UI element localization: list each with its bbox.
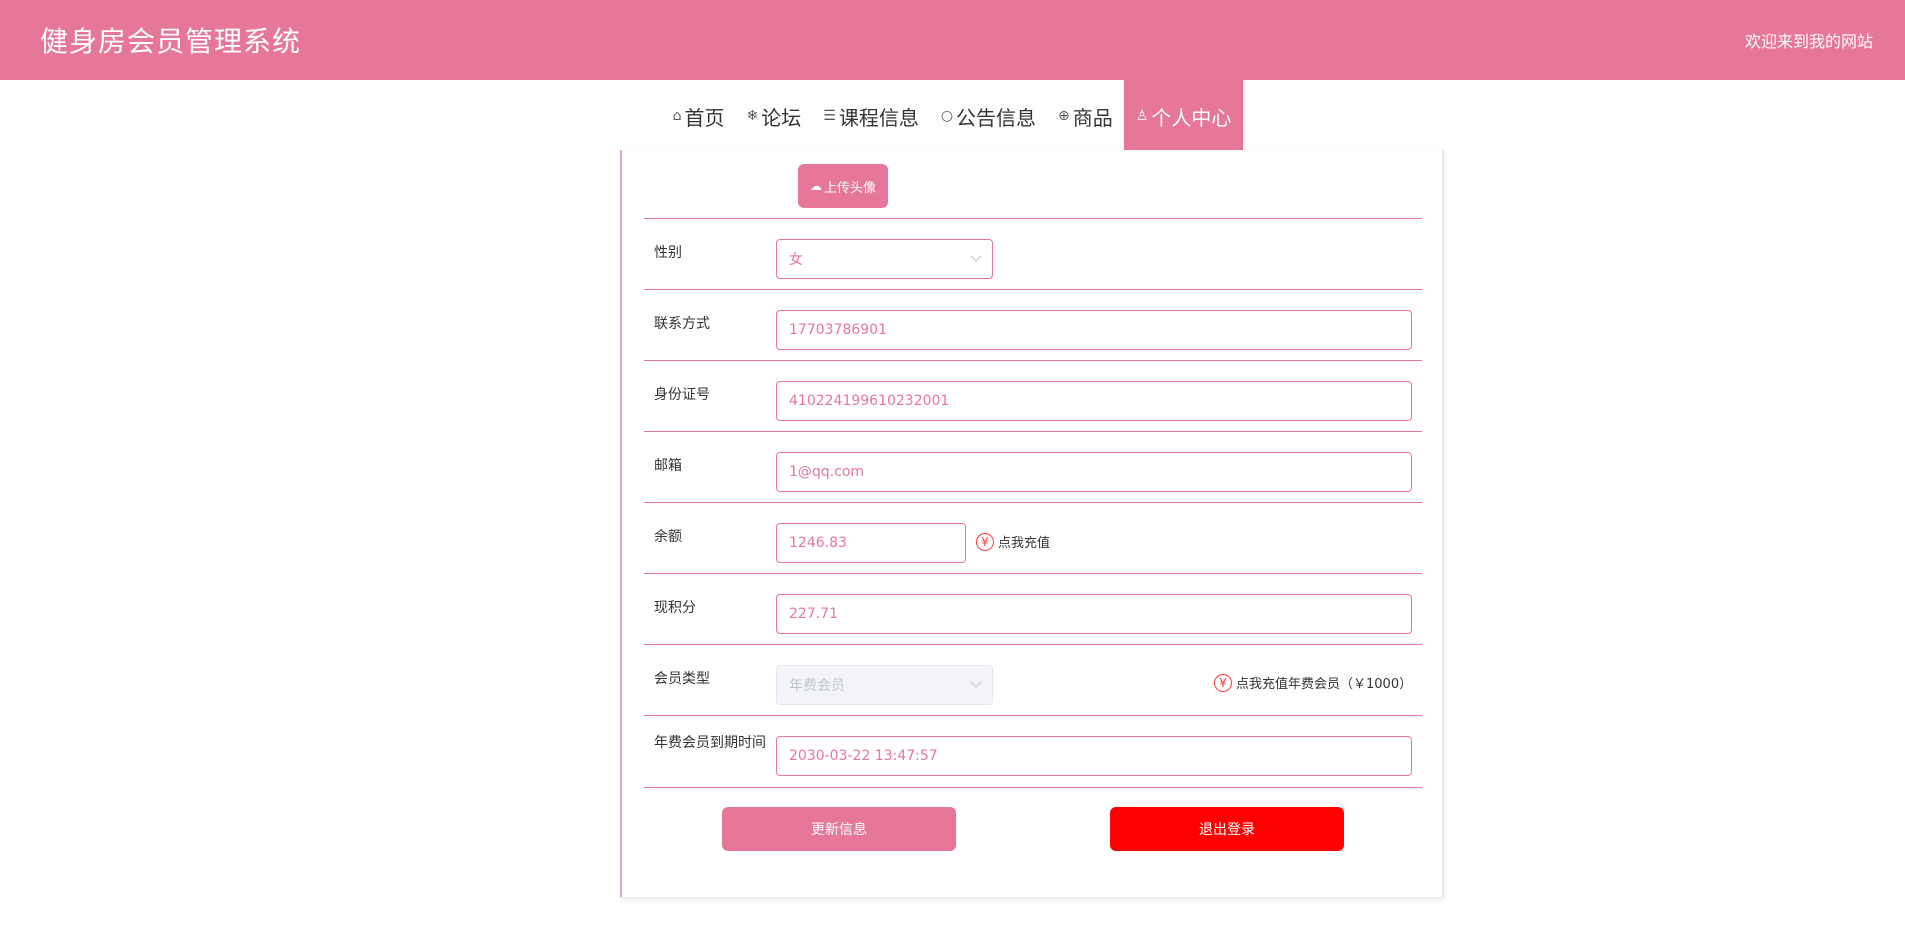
- id-card-row: 身份证号 410224199610232001: [644, 361, 1422, 432]
- member-type-row: 会员类型 年费会员 ¥ 点我充值年费会员（￥1000）: [644, 645, 1422, 716]
- id-card-value: 410224199610232001: [789, 393, 950, 409]
- avatar-row: ☁ 上传头像: [644, 150, 1422, 219]
- yen-icon: ¥: [976, 532, 994, 551]
- upload-label: 上传头像: [823, 180, 876, 196]
- upload-avatar-button[interactable]: ☁ 上传头像: [798, 164, 888, 208]
- expire-label: 年费会员到期时间: [654, 735, 766, 751]
- nav-item-forum[interactable]: ❄ 论坛: [736, 80, 813, 152]
- gender-row: 性别 女: [644, 219, 1422, 290]
- balance-row: 余额 1246.83 ¥ 点我充值: [644, 503, 1422, 574]
- main-nav: ⌂ 首页 ❄ 论坛 ☰ 课程信息 ○ 公告信息 ⊕ 商品 ♙ 个人中心: [0, 80, 1905, 152]
- email-input[interactable]: 1@qq.com: [776, 452, 1412, 492]
- phone-input[interactable]: 17703786901: [776, 310, 1412, 350]
- gender-value: 女: [789, 252, 803, 268]
- chevron-down-icon: [970, 676, 982, 688]
- balance-label: 余额: [654, 529, 682, 545]
- recharge-text: 点我充值: [998, 536, 1051, 551]
- email-row: 邮箱 1@qq.com: [644, 432, 1422, 503]
- gift-icon: ⊕: [1058, 108, 1070, 124]
- phone-row: 联系方式 17703786901: [644, 290, 1422, 361]
- nav-label: 课程信息: [838, 105, 919, 130]
- phone-label: 联系方式: [654, 316, 710, 332]
- points-value: 227.71: [789, 606, 838, 622]
- id-card-label: 身份证号: [654, 387, 710, 403]
- points-label: 现积分: [654, 600, 696, 616]
- cloud-upload-icon: ☁: [809, 179, 822, 193]
- gender-label: 性别: [654, 245, 682, 261]
- nav-label: 公告信息: [956, 105, 1037, 130]
- user-icon: ♙: [1135, 108, 1149, 124]
- expire-row: 年费会员到期时间 2030-03-22 13:47:57: [644, 716, 1422, 788]
- expire-value: 2030-03-22 13:47:57: [789, 748, 938, 764]
- gender-select[interactable]: 女: [776, 239, 993, 279]
- annual-recharge-text: 点我充值年费会员（￥1000）: [1236, 677, 1413, 692]
- member-type-label: 会员类型: [654, 671, 710, 687]
- yen-icon: ¥: [1214, 673, 1232, 692]
- member-type-select: 年费会员: [776, 665, 993, 705]
- home-icon: ⌂: [672, 108, 682, 124]
- profile-panel: ☁ 上传头像 性别 女 联系方式 17703786901 身份证号 410224…: [620, 150, 1444, 898]
- recharge-link[interactable]: ¥ 点我充值: [976, 532, 1050, 551]
- expire-input[interactable]: 2030-03-22 13:47:57: [776, 736, 1412, 776]
- update-info-button[interactable]: 更新信息: [722, 807, 956, 851]
- nav-label: 商品: [1072, 105, 1113, 130]
- nav-label: 论坛: [761, 105, 802, 130]
- id-card-input[interactable]: 410224199610232001: [776, 381, 1412, 421]
- email-label: 邮箱: [654, 458, 682, 474]
- chevron-down-icon: [970, 250, 982, 262]
- snowflake-icon: ❄: [746, 108, 759, 124]
- nav-item-goods[interactable]: ⊕ 商品: [1047, 80, 1124, 152]
- nav-item-profile[interactable]: ♙ 个人中心: [1123, 80, 1244, 152]
- welcome-text: 欢迎来到我的网站: [1744, 32, 1873, 51]
- points-row: 现积分 227.71: [644, 574, 1422, 645]
- balance-value: 1246.83: [789, 535, 847, 551]
- member-type-value: 年费会员: [789, 678, 845, 694]
- points-input[interactable]: 227.71: [776, 594, 1412, 634]
- top-header: 健身房会员管理系统 欢迎来到我的网站: [0, 0, 1905, 80]
- nav-label: 个人中心: [1151, 105, 1232, 130]
- nav-item-courses[interactable]: ☰ 课程信息: [812, 80, 930, 152]
- layers-icon: ☰: [823, 108, 836, 124]
- nav-item-home[interactable]: ⌂ 首页: [662, 80, 736, 152]
- nav-label: 首页: [684, 105, 725, 130]
- logout-button[interactable]: 退出登录: [1110, 807, 1344, 851]
- nav-item-notices[interactable]: ○ 公告信息: [930, 80, 1047, 152]
- balance-input[interactable]: 1246.83: [776, 523, 966, 563]
- annual-recharge-link[interactable]: ¥ 点我充值年费会员（￥1000）: [1214, 673, 1412, 692]
- circle-icon: ○: [940, 108, 954, 124]
- email-value: 1@qq.com: [789, 464, 865, 480]
- phone-value: 17703786901: [789, 322, 887, 338]
- site-title: 健身房会员管理系统: [40, 25, 302, 58]
